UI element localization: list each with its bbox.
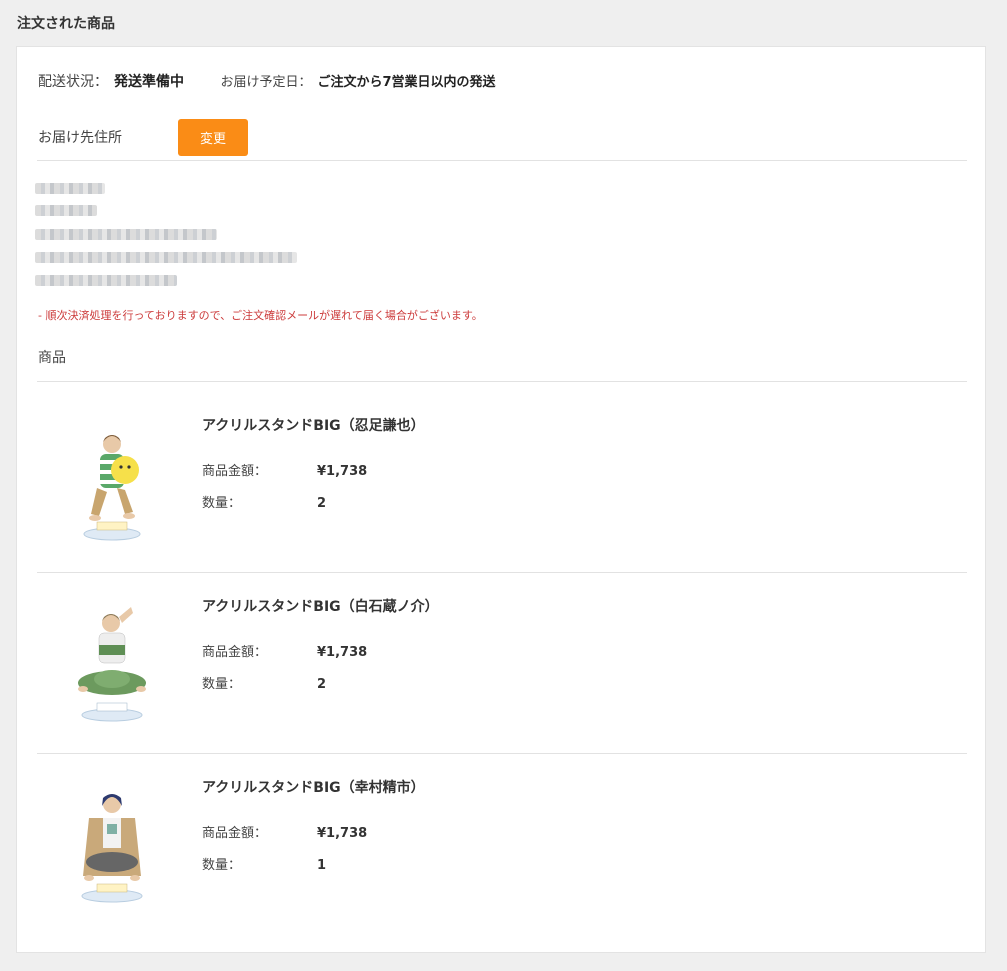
products-section-title: 商品 <box>38 350 66 366</box>
shipping-address-redacted <box>35 181 305 291</box>
shipping-status-label: 配送状況： <box>38 74 108 90</box>
shipping-address-row: お届け先住所 変更 <box>38 118 248 156</box>
quantity-value: 1 <box>317 858 327 873</box>
product-quantity: 数量： 1 <box>202 854 326 873</box>
product-price: 商品金額： ¥1,738 <box>202 822 367 841</box>
quantity-label: 数量： <box>202 677 242 692</box>
redacted-line <box>35 205 97 216</box>
product-name[interactable]: アクリルスタンドBIG（忍足謙也） <box>202 415 425 435</box>
product-price: 商品金額： ¥1,738 <box>202 641 367 660</box>
product-item: アクリルスタンドBIG（幸村精市） 商品金額： ¥1,738 数量： 1 <box>37 744 967 925</box>
acrylic-stand-figure-icon[interactable] <box>67 422 157 542</box>
price-value: ¥1,738 <box>317 826 368 841</box>
quantity-label: 数量： <box>202 858 242 873</box>
acrylic-stand-figure-icon[interactable] <box>67 784 157 904</box>
divider <box>37 160 967 161</box>
redacted-line <box>35 275 177 286</box>
price-label: 商品金額： <box>202 826 268 841</box>
acrylic-stand-figure-icon[interactable] <box>67 603 157 723</box>
product-item: アクリルスタンドBIG（忍足謙也） 商品金額： ¥1,738 数量： 2 <box>37 382 967 563</box>
shipping-status-value: 発送準備中 <box>114 74 184 90</box>
quantity-value: 2 <box>317 677 327 692</box>
shipping-address-label: お届け先住所 <box>38 130 122 146</box>
product-name[interactable]: アクリルスタンドBIG（幸村精市） <box>202 777 425 797</box>
delivery-date-label: お届け予定日： <box>220 75 312 90</box>
price-label: 商品金額： <box>202 464 268 479</box>
shipping-status-row: 配送状況： 発送準備中 お届け予定日： ご注文から7営業日以内の発送 <box>38 71 496 91</box>
product-name[interactable]: アクリルスタンドBIG（白石蔵ノ介） <box>202 596 439 616</box>
quantity-label: 数量： <box>202 496 242 511</box>
price-value: ¥1,738 <box>317 645 368 660</box>
product-quantity: 数量： 2 <box>202 673 326 692</box>
product-item: アクリルスタンドBIG（白石蔵ノ介） 商品金額： ¥1,738 数量： 2 <box>37 563 967 744</box>
redacted-line <box>35 183 105 194</box>
price-label: 商品金額： <box>202 645 268 660</box>
change-address-button[interactable]: 変更 <box>178 118 248 156</box>
delivery-date: お届け予定日： ご注文から7営業日以内の発送 <box>220 74 495 90</box>
price-value: ¥1,738 <box>317 464 368 479</box>
quantity-value: 2 <box>317 496 327 511</box>
redacted-line <box>35 229 217 240</box>
payment-notice: - 順次決済処理を行っておりますので、ご注文確認メールが遅れて届く場合がございま… <box>38 309 483 322</box>
product-quantity: 数量： 2 <box>202 492 326 511</box>
page-title: 注文された商品 <box>17 16 115 32</box>
product-price: 商品金額： ¥1,738 <box>202 460 367 479</box>
redacted-line <box>35 252 297 263</box>
delivery-date-value: ご注文から7営業日以内の発送 <box>317 75 496 90</box>
order-card: 配送状況： 発送準備中 お届け予定日： ご注文から7営業日以内の発送 お届け先住所 … <box>16 46 986 953</box>
